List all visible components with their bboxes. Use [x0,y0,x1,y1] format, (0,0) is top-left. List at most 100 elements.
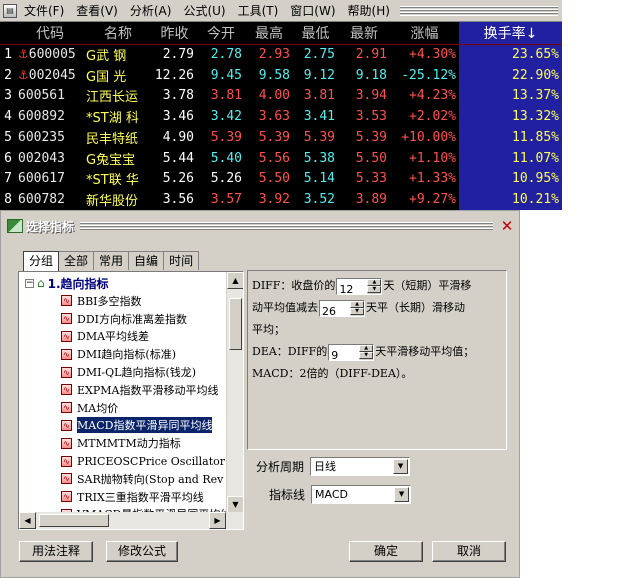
menu-tools[interactable]: 工具(T) [234,2,283,19]
indicator-tree[interactable]: − ⌂ 1.趋向指标 ∿ BBI多空指数 ∿ DDI方向标准离差指数 ∿ DMA平均线差 ∿… [18,271,244,530]
open-price: 5.26 [210,171,242,187]
table-row[interactable]: 1 ⚓600005 G武 钢 2.79 2.78 2.93 2.75 2.91 +4.30% 23… [0,44,562,65]
stock-code: 002045 [28,67,76,83]
chevron-down-icon[interactable]: ▼ [393,459,409,474]
table-row[interactable]: 7 600617 *ST联 华 5.26 5.26 5.50 5.14 5.33 +1.33% 1… [0,168,562,190]
usage-notes-button[interactable]: 用法注释 [19,541,93,562]
spin-down-icon[interactable]: ▼ [350,307,364,315]
header-open[interactable]: 今开 [197,22,245,45]
open-price: 3.42 [210,109,242,125]
desc-text: 天平滑移动平均值； [375,345,475,358]
indicator-formula-icon: ∿ [61,330,72,342]
tab-time[interactable]: 时间 [163,251,200,270]
app-menu-icon[interactable]: ▤ [3,3,17,18]
tab-custom[interactable]: 自编 [128,251,165,270]
short-period-input[interactable] [337,281,366,297]
indicator-item[interactable]: ∿ EXPMA指数平滑移动平均线 [19,381,225,399]
table-row[interactable]: 2 ⚓002045 G国 光 12.26 9.45 9.58 9.12 9.18 -25.12%… [0,64,562,86]
tab-group[interactable]: 分组 [23,251,60,271]
turnover-rate: 10.21% [459,189,562,210]
indicator-item[interactable]: ∿ TRIX三重指数平滑平均线 [19,488,225,506]
menu-formula[interactable]: 公式(U) [179,2,229,19]
dea-period-stepper[interactable]: ▲▼ [328,343,375,363]
tree-horizontal-scrollbar[interactable]: ◀ ▶ [19,512,243,529]
high-price: 3.63 [258,109,290,125]
spin-down-icon[interactable]: ▼ [359,351,374,359]
high-price: 4.00 [258,88,290,104]
indicator-item[interactable]: ∿ SAR抛物转向(Stop and Rev [19,470,225,488]
modify-formula-button[interactable]: 修改公式 [106,541,178,562]
indicator-item[interactable]: ∿ DMA平均线差 [19,328,225,346]
dialog-titlebar[interactable]: 选择指标 ✕ [1,215,519,237]
high-price: 9.58 [258,67,290,83]
spin-up-icon[interactable]: ▲ [359,344,374,352]
table-row[interactable]: 6 002043 G兔宝宝 5.44 5.40 5.56 5.38 5.50 +1.10% 11.… [0,147,562,169]
indicator-line-select[interactable]: MACD ▼ [311,485,412,504]
scroll-down-icon[interactable]: ▼ [227,496,243,513]
high-price: 5.39 [258,129,290,145]
header-code[interactable]: 代码 [16,22,84,45]
indicator-item[interactable]: ∿ DMI-QL趋向指标(钱龙) [19,363,225,381]
change-pct: +2.02% [409,109,456,125]
header-low[interactable]: 最低 [293,22,338,45]
tab-all[interactable]: 全部 [58,251,95,270]
header-name[interactable]: 名称 [84,22,152,45]
stock-code: 002043 [18,150,65,166]
collapse-icon[interactable]: − [25,278,34,288]
scroll-up-icon[interactable]: ▲ [227,272,243,289]
header-prev-close[interactable]: 昨收 [152,22,197,45]
menu-file[interactable]: 文件(F) [20,2,68,19]
short-period-stepper[interactable]: ▲▼ [336,277,383,297]
long-period-input[interactable] [320,303,348,319]
indicator-item[interactable]: ∿ PRICEOSCPrice Oscillator [19,452,225,470]
indicator-formula-icon: ∿ [61,437,72,449]
period-select[interactable]: 日线 ▼ [310,457,411,476]
tree-root-trend[interactable]: − ⌂ 1.趋向指标 [25,276,109,291]
table-row[interactable]: 3 600561 江西长运 3.78 3.81 4.00 3.81 3.94 +4.23% 13.… [0,85,562,107]
low-price: 5.14 [303,171,335,187]
close-icon[interactable]: ✕ [499,218,515,234]
menu-help[interactable]: 帮助(H) [344,2,394,19]
spin-down-icon[interactable]: ▼ [367,285,382,293]
table-row[interactable]: 5 600235 民丰特纸 4.90 5.39 5.39 5.39 5.39 +10.00% 11… [0,127,562,148]
prev-close: 5.26 [162,171,194,187]
row-index: 6 [4,150,12,166]
dea-period-input[interactable] [329,347,358,363]
toolbar-grip[interactable] [399,5,558,16]
indicator-item[interactable]: ∿ DMI趋向指标(标准) [19,345,225,363]
scroll-left-icon[interactable]: ◀ [19,512,36,529]
indicator-item[interactable]: ∿ DDI方向标准离差指数 [19,310,225,328]
header-change[interactable]: 涨幅 [390,22,459,45]
header-last[interactable]: 最新 [338,22,390,45]
open-price: 9.45 [210,67,242,83]
ok-button[interactable]: 确定 [349,541,423,562]
tree-vertical-scrollbar[interactable]: ▲ ▼ [226,272,243,513]
spin-up-icon[interactable]: ▲ [350,300,364,308]
long-period-stepper[interactable]: ▲▼ [319,299,365,319]
menu-window[interactable]: 窗口(W) [286,2,339,19]
indicator-item[interactable]: ∿ MA均价 [19,399,225,417]
menu-view[interactable]: 查看(V) [72,2,122,19]
period-row: 分析周期 日线 ▼ [256,457,411,476]
indicator-item[interactable]: ∿ MTMMTM动力指标 [19,434,225,452]
spin-up-icon[interactable]: ▲ [367,278,382,286]
horizontal-scroll-thumb[interactable] [39,514,109,527]
header-high[interactable]: 最高 [245,22,293,45]
table-row[interactable]: 4 600892 *ST湖 科 3.46 3.42 3.63 3.41 3.53 +2.02% 1… [0,106,562,127]
vertical-scroll-thumb[interactable] [229,298,242,350]
indicator-formula-icon: ∿ [61,295,72,307]
indicator-item[interactable]: ∿ BBI多空指数 [19,292,225,310]
table-row[interactable]: 8 600782 新华股份 3.56 3.57 3.92 3.52 3.89 +9.27% 10.… [0,189,562,210]
indicator-item[interactable]: ∿ MACD指数平滑异同平均线 [19,416,225,435]
prev-close: 3.46 [162,109,194,125]
menu-analysis[interactable]: 分析(A) [126,2,176,19]
indicator-label: DMA平均线差 [77,330,150,344]
period-label: 分析周期 [256,460,305,474]
change-pct: +1.33% [409,171,456,187]
desc-line-1: DIFF：收盘价的▲▼天（短期）平滑移 [252,275,502,297]
cancel-button[interactable]: 取消 [432,541,506,562]
header-turnover[interactable]: 换手率↓ [459,22,562,45]
scroll-right-icon[interactable]: ▶ [209,512,226,529]
chevron-down-icon[interactable]: ▼ [394,487,410,502]
tab-common[interactable]: 常用 [93,251,130,270]
